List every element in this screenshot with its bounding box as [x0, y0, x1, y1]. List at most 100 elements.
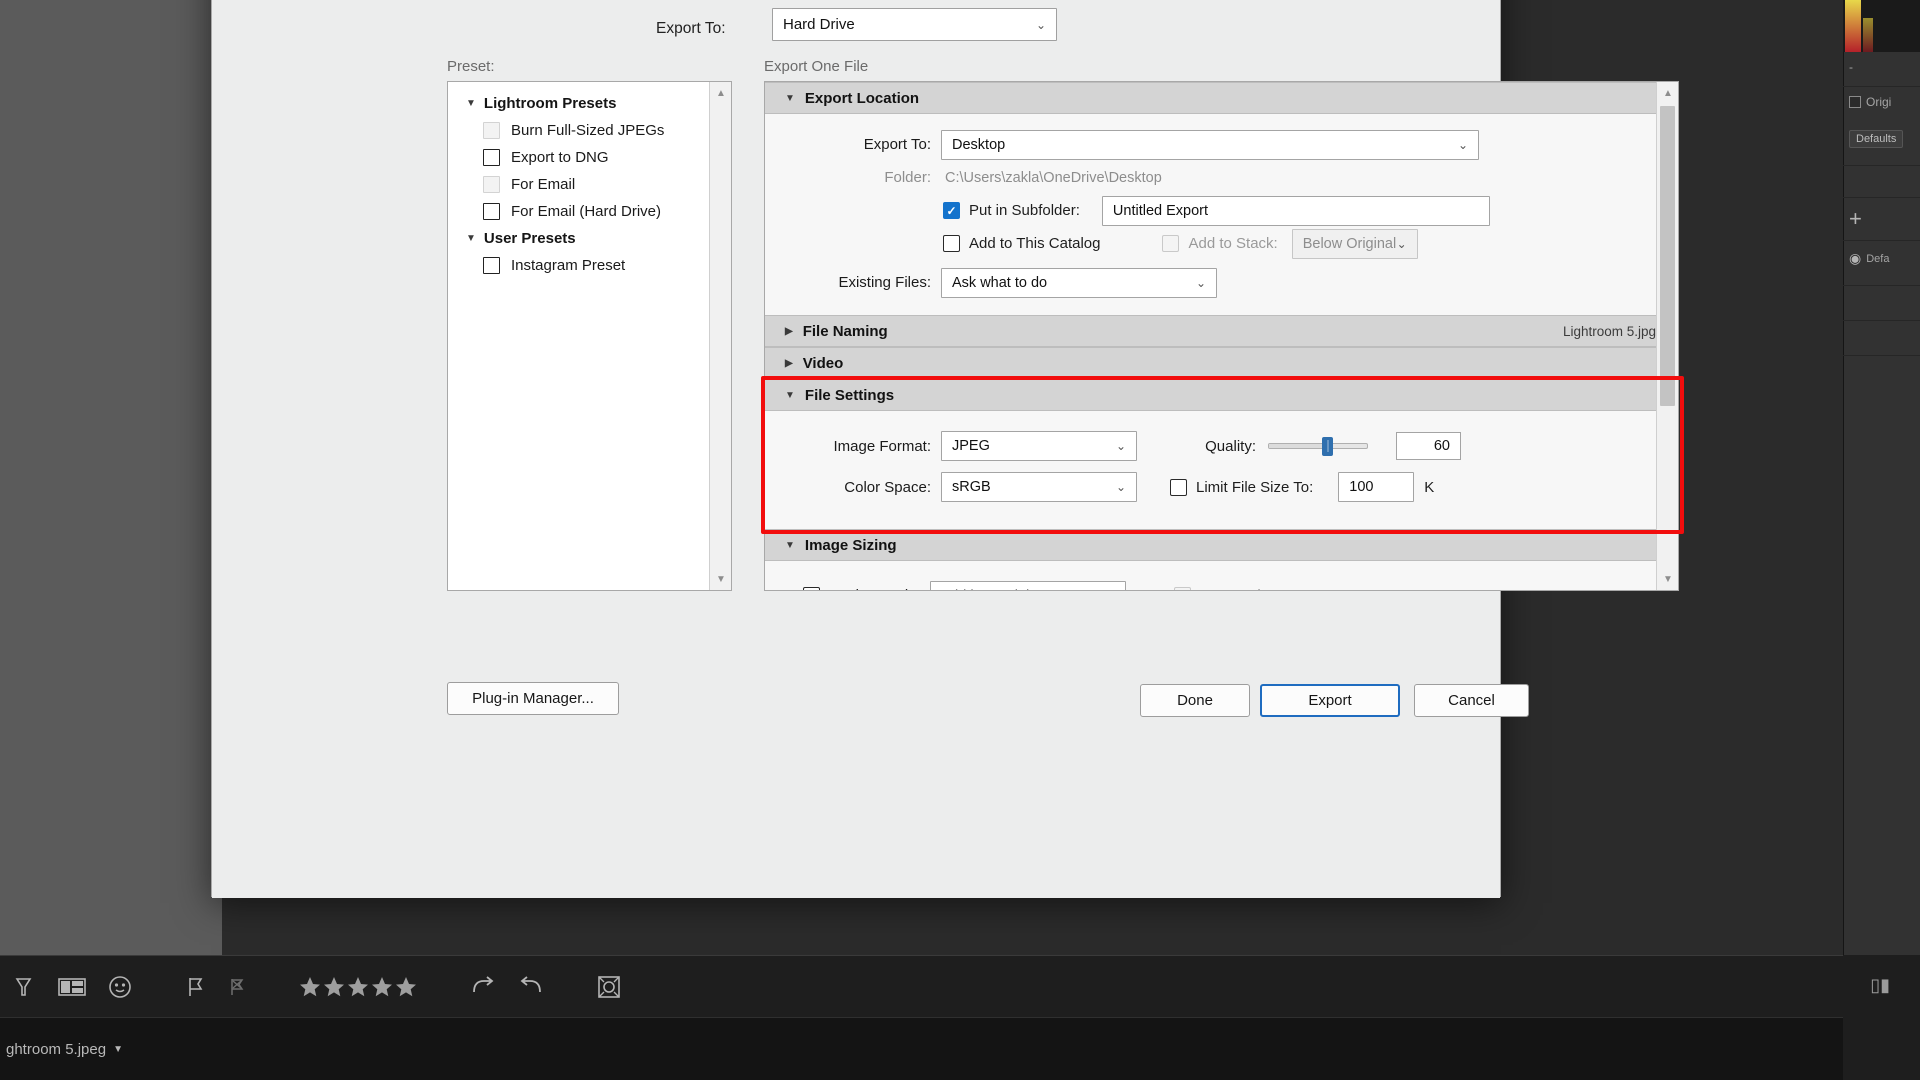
preset-item[interactable]: Burn Full-Sized JPEGs: [448, 117, 708, 144]
preset-checkbox[interactable]: [483, 122, 500, 139]
preset-tree: ▼ Lightroom Presets Burn Full-Sized JPEGs E…: [448, 90, 708, 279]
export-settings-panel: ▼ Export Location Export To: Desktop ⌄ F…: [764, 81, 1679, 591]
export-button[interactable]: Export: [1260, 684, 1400, 717]
chevron-down-icon: ⌄: [1105, 589, 1115, 591]
section-header-video[interactable]: ▶ Video: [765, 347, 1678, 379]
quality-value-input[interactable]: 60: [1396, 432, 1461, 460]
preset-group-1[interactable]: ▼ Lightroom Presets: [448, 90, 708, 117]
panel-layout-icon[interactable]: ▯▮: [1870, 975, 1890, 996]
cancel-button[interactable]: Cancel: [1414, 684, 1529, 717]
export-one-file-header: Export One File: [764, 58, 869, 75]
add-to-stack-checkbox[interactable]: [1162, 235, 1180, 252]
triangle-down-icon[interactable]: ▼: [466, 98, 476, 109]
eye-icon[interactable]: ◉: [1849, 250, 1861, 267]
scroll-down-icon[interactable]: ▼: [710, 568, 732, 590]
preset-item[interactable]: Instagram Preset: [448, 252, 708, 279]
plus-icon[interactable]: +: [1849, 208, 1862, 230]
image-format-label: Image Format:: [833, 437, 931, 455]
section-body-export-location: Export To: Desktop ⌄ Folder: C:\Users\za…: [765, 114, 1678, 315]
lightroom-right-panel: - Origi Defaults + ◉ Defa: [1843, 0, 1920, 955]
section-body-image-sizing: Resize to Fit Width & Height ⌄ Don't Enl…: [765, 561, 1678, 591]
color-space-select[interactable]: sRGB ⌄: [941, 472, 1137, 502]
defaults-button[interactable]: Defaults: [1849, 130, 1904, 148]
section-header-image-sizing[interactable]: ▼ Image Sizing: [765, 529, 1678, 561]
limit-file-size-input[interactable]: 100: [1338, 472, 1415, 502]
scroll-down-icon[interactable]: ▼: [1657, 568, 1678, 590]
lightroom-left-panel: [0, 0, 222, 955]
rotate-right-icon[interactable]: [470, 975, 496, 998]
put-in-subfolder-checkbox[interactable]: [943, 202, 960, 219]
done-button[interactable]: Done: [1140, 684, 1250, 717]
original-checkbox[interactable]: [1849, 96, 1861, 108]
section-body-file-settings: Image Format: JPEG ⌄ Quality: 60 Color S…: [765, 411, 1678, 529]
triangle-down-icon[interactable]: ▼: [466, 233, 476, 244]
export-location-export-to-label: Export To:: [863, 136, 931, 153]
panel-scrollbar[interactable]: ▲ ▼: [1656, 82, 1678, 590]
resize-to-fit-label: Resize to Fit: [829, 587, 912, 590]
existing-files-select[interactable]: Ask what to do ⌄: [941, 267, 1217, 298]
add-to-stack-label: Add to Stack:: [1188, 235, 1278, 252]
dont-enlarge-checkbox[interactable]: [1174, 587, 1192, 590]
scroll-up-icon[interactable]: ▲: [1657, 82, 1678, 104]
chevron-down-icon[interactable]: ▼: [113, 1044, 123, 1055]
preset-checkbox[interactable]: [483, 257, 500, 274]
existing-files-label: Existing Files:: [838, 274, 931, 291]
rotate-left-icon[interactable]: [518, 975, 544, 998]
visibility-defaults-row[interactable]: ◉ Defa: [1843, 250, 1920, 267]
people-view-icon[interactable]: [108, 975, 132, 999]
preset-checkbox[interactable]: [483, 203, 500, 220]
section-header-file-naming[interactable]: ▶ File Naming Lightroom 5.jpg: [765, 315, 1678, 347]
triangle-down-icon: ▼: [785, 389, 795, 401]
star-rating-icons[interactable]: [298, 975, 418, 999]
loupe-view-icon[interactable]: [58, 976, 86, 998]
limit-file-size-label: Limit File Size To:: [1196, 478, 1314, 496]
section-header-file-settings[interactable]: ▼ File Settings: [765, 379, 1678, 411]
lightroom-filmstrip[interactable]: ghtroom 5.jpeg ▼: [0, 1017, 1843, 1080]
add-to-catalog-checkbox[interactable]: [943, 235, 960, 252]
resize-mode-select[interactable]: Width & Height ⌄: [930, 580, 1127, 591]
panel-divider: [1843, 240, 1920, 241]
limit-file-size-value: 100: [1349, 479, 1374, 495]
flag-pick-icon[interactable]: [186, 976, 206, 998]
lightroom-bottom-toolbar[interactable]: [0, 955, 1843, 1017]
preset-item[interactable]: Export to DNG: [448, 144, 708, 171]
scroll-up-icon[interactable]: ▲: [710, 82, 732, 104]
preset-list-box: ▼ Lightroom Presets Burn Full-Sized JPEGs E…: [447, 81, 732, 591]
put-in-subfolder-label: Put in Subfolder:: [969, 202, 1080, 219]
defaults-row[interactable]: Defaults: [1843, 130, 1920, 148]
preset-group-2[interactable]: ▼ User Presets: [448, 225, 708, 252]
folder-path-value: C:\Users\zakla\OneDrive\Desktop: [945, 169, 1162, 186]
grid-view-icon[interactable]: [14, 976, 36, 998]
resize-mode-value: Width & Height: [941, 588, 1038, 591]
original-toggle-row[interactable]: Origi: [1843, 95, 1920, 109]
flag-reject-icon[interactable]: [228, 977, 246, 997]
preset-scrollbar[interactable]: ▲ ▼: [709, 82, 731, 590]
chevron-down-icon: ⌄: [1457, 137, 1468, 152]
section-title-export-location: Export Location: [804, 89, 920, 107]
minus-row: -: [1843, 60, 1920, 74]
quality-slider[interactable]: [1268, 437, 1368, 456]
export-destination-select[interactable]: Hard Drive ⌄: [772, 8, 1057, 41]
export-location-folder-select[interactable]: Desktop ⌄: [941, 129, 1479, 160]
chevron-down-icon: ⌄: [1396, 236, 1407, 251]
preset-checkbox[interactable]: [483, 176, 500, 193]
preset-item[interactable]: For Email: [448, 171, 708, 198]
preset-item-label: For Email (Hard Drive): [511, 203, 662, 220]
quality-slider-knob[interactable]: [1322, 437, 1334, 456]
resize-to-fit-checkbox[interactable]: [803, 587, 820, 590]
section-header-export-location[interactable]: ▼ Export Location: [765, 82, 1678, 114]
crop-overlay-icon[interactable]: [596, 974, 622, 1000]
panel-scroll-thumb[interactable]: [1660, 106, 1675, 406]
image-format-select[interactable]: JPEG ⌄: [941, 431, 1137, 461]
existing-files-value: Ask what to do: [952, 274, 1048, 291]
plugin-manager-button[interactable]: Plug-in Manager...: [447, 682, 619, 715]
subfolder-name-input[interactable]: Untitled Export: [1101, 195, 1490, 226]
section-title-image-sizing: Image Sizing: [804, 536, 897, 554]
preset-checkbox[interactable]: [483, 149, 500, 166]
preset-item[interactable]: For Email (Hard Drive): [448, 198, 708, 225]
panel-divider: [1843, 197, 1920, 198]
limit-file-size-checkbox[interactable]: [1170, 478, 1187, 496]
preset-group-label: Lightroom Presets: [483, 95, 617, 112]
add-preset-row[interactable]: +: [1843, 208, 1920, 230]
stack-position-select[interactable]: Below Original ⌄: [1291, 228, 1418, 259]
